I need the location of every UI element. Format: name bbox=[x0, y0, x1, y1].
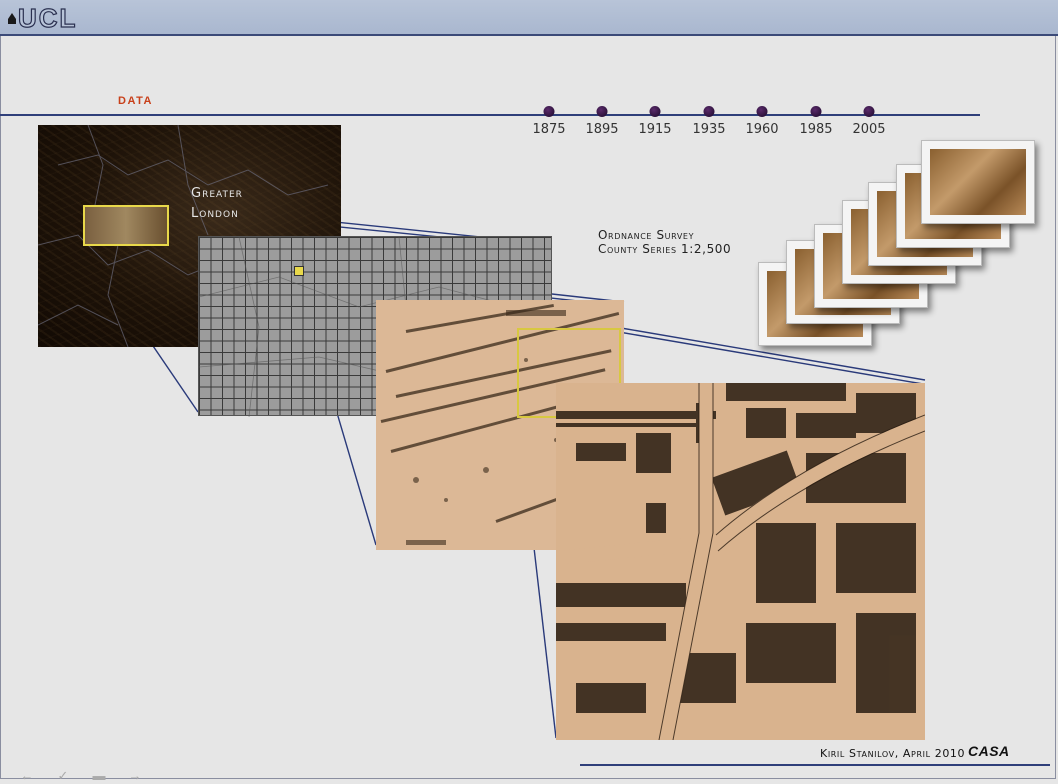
label-line-1: Greater bbox=[191, 186, 243, 201]
survey-label-line-1: Ordnance Survey bbox=[598, 228, 695, 242]
detail-map bbox=[556, 383, 925, 740]
map-tile-card bbox=[921, 140, 1035, 224]
timeline-year-label: 1935 bbox=[692, 122, 726, 137]
timeline-dot-1915[interactable] bbox=[649, 106, 661, 117]
timeline-dot-2005[interactable] bbox=[863, 106, 875, 117]
ordnance-survey-label: Ordnance Survey County Series 1:2,500 bbox=[598, 228, 731, 256]
check-icon[interactable]: ✓ bbox=[50, 768, 76, 784]
timeline-year-label: 1960 bbox=[745, 122, 779, 137]
timeline-rule bbox=[0, 114, 980, 116]
credit-author: Kiril Stanilov, April 2010 bbox=[820, 747, 966, 760]
slide-navigation: ← ✓ ▬ → bbox=[14, 768, 148, 784]
timeline-year-label: 1875 bbox=[532, 122, 566, 137]
survey-label-line-2: County Series 1:2,500 bbox=[598, 242, 732, 256]
timeline-dot-1960[interactable] bbox=[756, 106, 768, 117]
ucl-logo: UCL bbox=[8, 3, 78, 33]
forward-arrow-icon[interactable]: → bbox=[122, 768, 148, 784]
logo-text: UCL bbox=[17, 3, 78, 33]
casa-logo: CASA bbox=[968, 743, 1010, 759]
footer-rule bbox=[580, 764, 1050, 766]
section-title: DATA bbox=[118, 95, 153, 107]
timeline-year-label: 2005 bbox=[852, 122, 886, 137]
timeline-dot-1895[interactable] bbox=[596, 106, 608, 117]
greater-london-label: Greater London bbox=[191, 184, 243, 224]
timeline-year-label: 1895 bbox=[585, 122, 619, 137]
timeline-dot-1935[interactable] bbox=[703, 106, 715, 117]
grid-highlight-box[interactable] bbox=[294, 266, 304, 276]
dome-icon bbox=[8, 13, 16, 24]
timeline-dot-1875[interactable] bbox=[543, 106, 555, 117]
label-line-2: London bbox=[191, 206, 239, 221]
timeline-year-label: 1915 bbox=[638, 122, 672, 137]
header-bar: UCL bbox=[0, 0, 1058, 36]
back-arrow-icon[interactable]: ← bbox=[14, 768, 40, 784]
timeline-dot-1985[interactable] bbox=[810, 106, 822, 117]
timeline-year-label: 1985 bbox=[799, 122, 833, 137]
london-highlight-box[interactable] bbox=[83, 205, 169, 246]
menu-icon[interactable]: ▬ bbox=[86, 768, 112, 784]
